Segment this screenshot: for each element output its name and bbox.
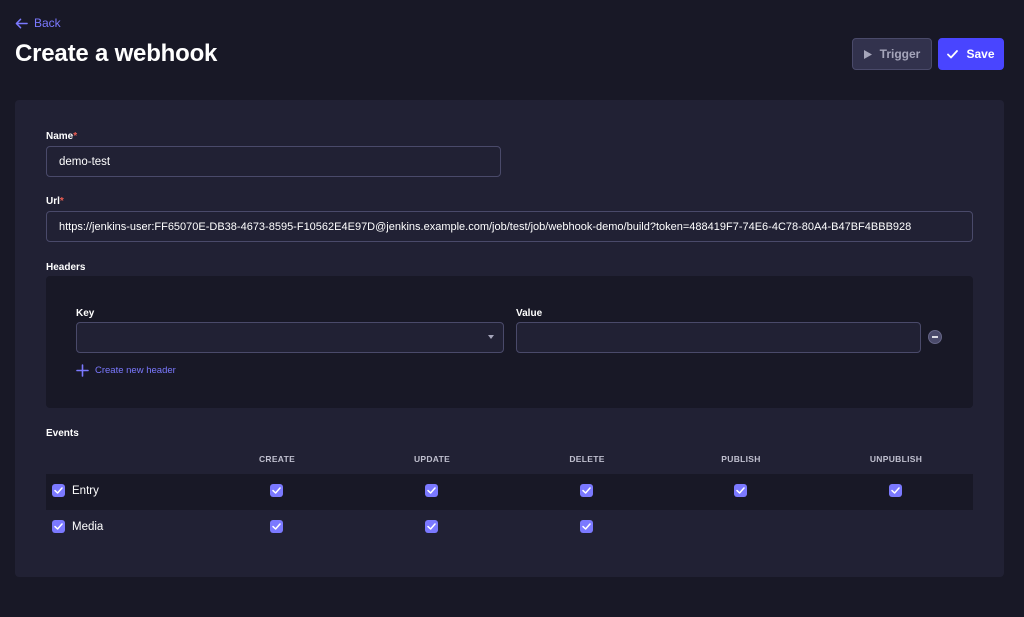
header-key-select[interactable] bbox=[76, 322, 504, 353]
required-mark: * bbox=[73, 131, 78, 142]
check-icon bbox=[54, 487, 63, 494]
header-key-label: Key bbox=[76, 308, 95, 319]
column-publish: PUBLISH bbox=[721, 454, 761, 464]
media-update-checkbox[interactable] bbox=[425, 520, 438, 533]
remove-header-button[interactable] bbox=[928, 330, 942, 344]
name-label-text: Name bbox=[46, 131, 74, 142]
url-input[interactable]: https://jenkins-user:FF65070E-DB38-4673-… bbox=[46, 211, 973, 242]
check-icon bbox=[891, 487, 900, 494]
entry-delete-checkbox[interactable] bbox=[580, 484, 593, 497]
minus-circle-icon bbox=[932, 336, 938, 338]
page-title: Create a webhook bbox=[15, 40, 218, 67]
check-icon bbox=[272, 523, 281, 530]
play-icon bbox=[863, 49, 872, 59]
media-create-checkbox[interactable] bbox=[270, 520, 283, 533]
check-icon bbox=[427, 523, 436, 530]
header-value-label: Value bbox=[516, 308, 543, 319]
url-label: Url* bbox=[46, 196, 64, 207]
check-icon bbox=[54, 523, 63, 530]
check-icon bbox=[427, 487, 436, 494]
entry-checkbox[interactable] bbox=[52, 484, 65, 497]
entry-publish-checkbox[interactable] bbox=[734, 484, 747, 497]
event-row-entry: Entry bbox=[46, 474, 973, 510]
required-mark: * bbox=[59, 196, 64, 207]
column-unpublish: UNPUBLISH bbox=[869, 454, 923, 464]
url-input-value: https://jenkins-user:FF65070E-DB38-4673-… bbox=[59, 220, 912, 233]
arrow-left-icon bbox=[15, 18, 28, 28]
check-icon bbox=[582, 487, 591, 494]
name-label: Name* bbox=[46, 131, 77, 142]
plus-icon bbox=[76, 364, 89, 377]
media-checkbox[interactable] bbox=[52, 520, 65, 533]
entry-label: Entry bbox=[72, 485, 99, 497]
headers-panel: Key Value Create new header bbox=[46, 276, 973, 408]
back-label: Back bbox=[34, 16, 61, 30]
events-label: Events bbox=[46, 428, 79, 439]
entry-create-checkbox[interactable] bbox=[270, 484, 283, 497]
webhook-form-card: Name* demo-test Url* https://jenkins-use… bbox=[15, 100, 1004, 577]
create-new-header-button[interactable]: Create new header bbox=[76, 364, 176, 377]
header-value-input[interactable] bbox=[516, 322, 921, 353]
trigger-label: Trigger bbox=[879, 47, 921, 61]
save-label: Save bbox=[966, 47, 995, 61]
url-label-text: Url bbox=[46, 196, 60, 207]
check-icon bbox=[582, 523, 591, 530]
headers-label: Headers bbox=[46, 262, 86, 273]
name-input[interactable]: demo-test bbox=[46, 146, 501, 177]
trigger-button[interactable]: Trigger bbox=[852, 38, 932, 70]
media-label: Media bbox=[72, 521, 104, 533]
caret-down-icon bbox=[488, 335, 494, 339]
event-row-media: Media bbox=[46, 510, 973, 546]
entry-unpublish-checkbox[interactable] bbox=[889, 484, 902, 497]
back-link[interactable]: Back bbox=[15, 16, 61, 30]
column-update: UPDATE bbox=[413, 454, 451, 464]
check-icon bbox=[272, 487, 281, 494]
check-icon bbox=[947, 49, 959, 58]
name-input-value: demo-test bbox=[59, 155, 111, 168]
column-create: CREATE bbox=[258, 454, 296, 464]
media-delete-checkbox[interactable] bbox=[580, 520, 593, 533]
create-new-header-label: Create new header bbox=[95, 365, 176, 376]
entry-update-checkbox[interactable] bbox=[425, 484, 438, 497]
check-icon bbox=[736, 487, 745, 494]
save-button[interactable]: Save bbox=[938, 38, 1004, 70]
column-delete: DELETE bbox=[569, 454, 605, 464]
